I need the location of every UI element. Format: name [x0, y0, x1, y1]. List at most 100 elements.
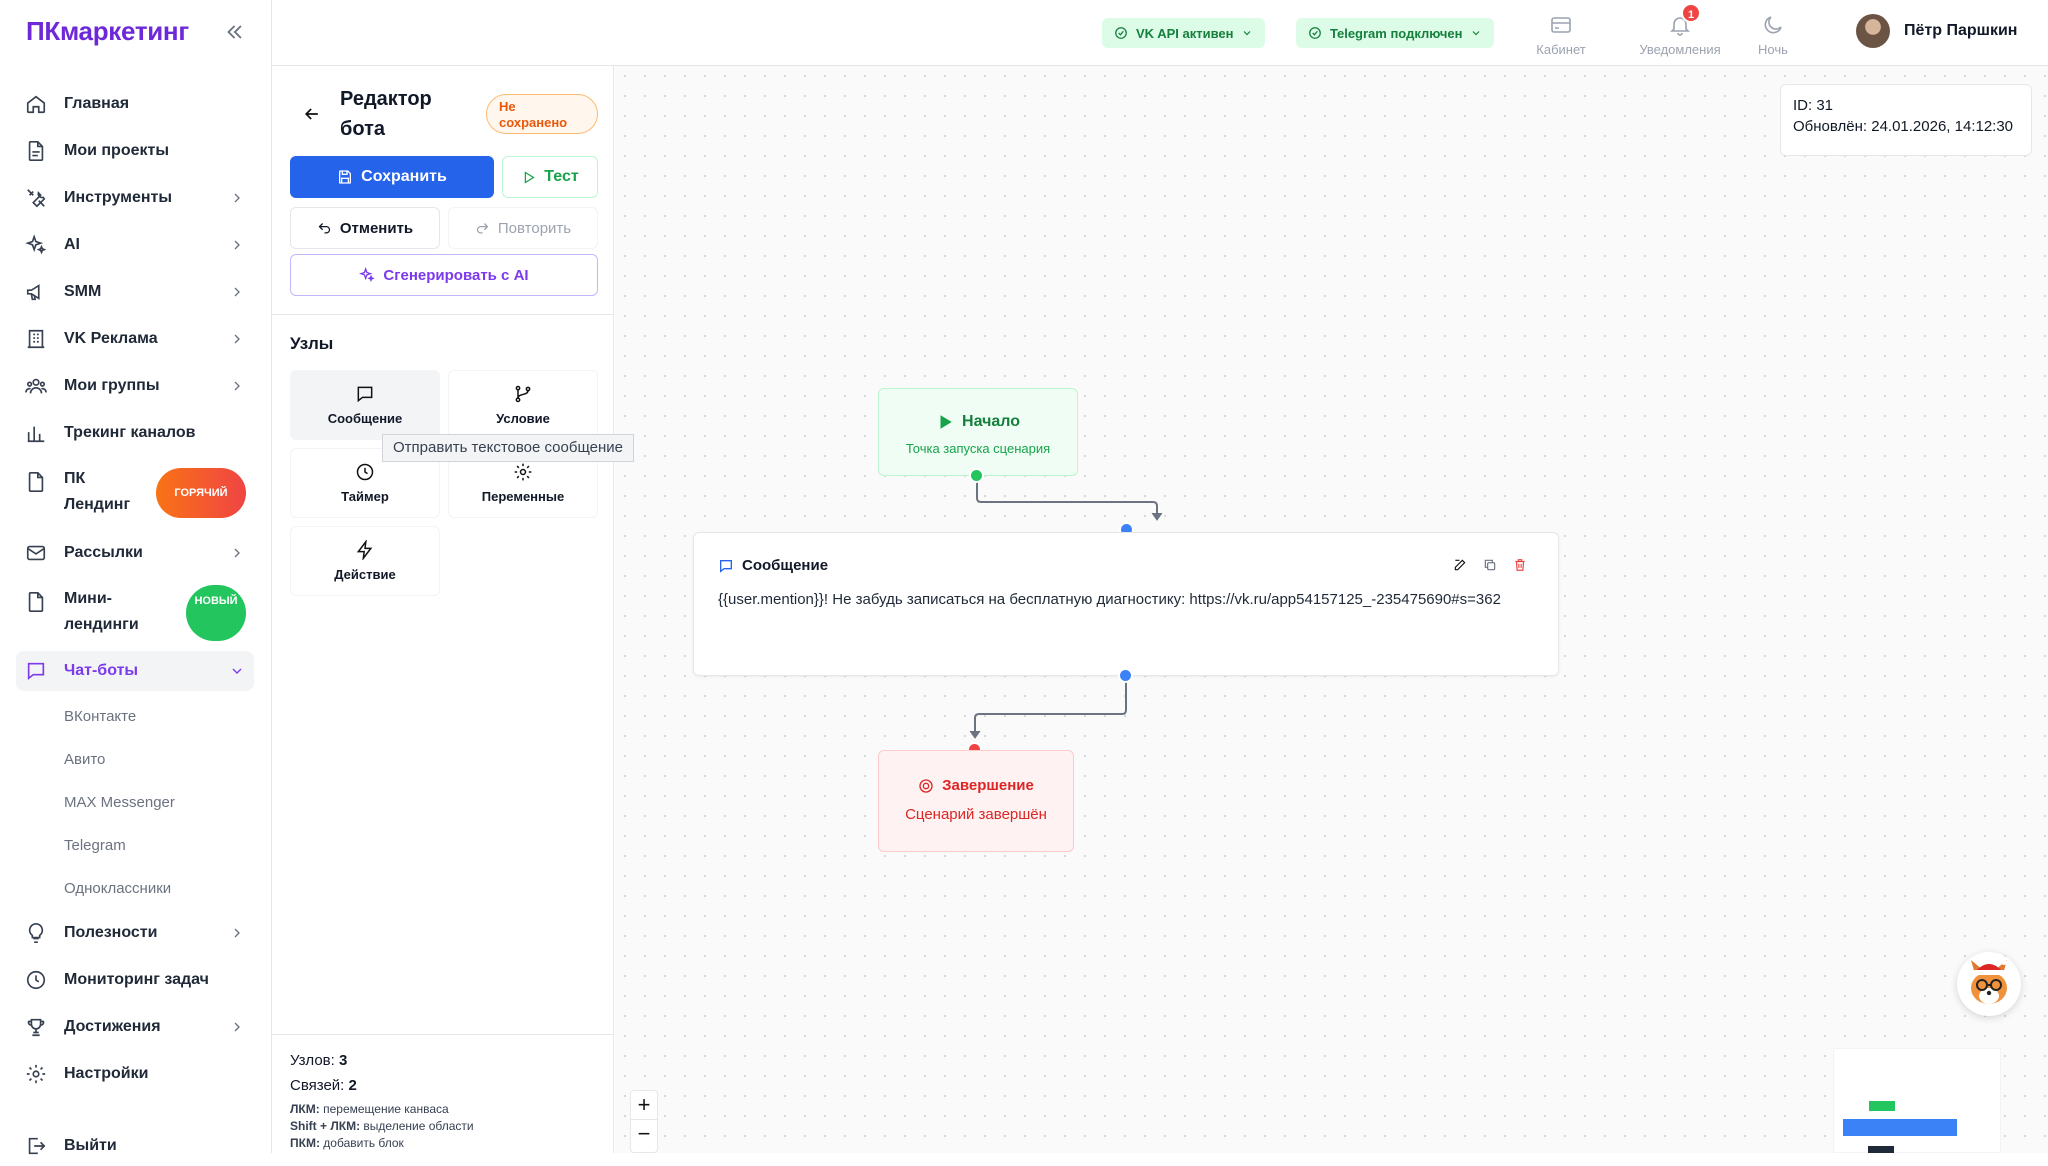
check-circle-icon	[1308, 26, 1322, 40]
chatbots-sub-max[interactable]: MAX Messenger	[64, 794, 175, 811]
vk-api-status-label: VK API активен	[1136, 25, 1234, 41]
branch-icon	[512, 383, 534, 405]
flow-canvas[interactable]: ID: 31 Обновлён: 24.01.2026, 14:12:30 На…	[615, 66, 2048, 1153]
app-logo[interactable]: ПКмаркетинг	[26, 16, 189, 47]
sidebar-item-useful[interactable]: Полезности	[16, 913, 254, 953]
zoom-out-button[interactable]: −	[631, 1120, 657, 1149]
avatar	[1856, 14, 1890, 48]
save-button[interactable]: Сохранить	[290, 156, 494, 198]
sidebar-item-label: AI	[64, 236, 80, 253]
message-output-port[interactable]	[1118, 668, 1133, 683]
sidebar-item-chatbots[interactable]: Чат-боты	[16, 651, 254, 691]
sidebar-item-vk-ads[interactable]: VK Реклама	[16, 319, 254, 359]
sidebar-item-task-monitoring[interactable]: Мониторинг задач	[16, 960, 254, 1000]
bell-icon: 1	[1667, 3, 1701, 38]
start-node-subtitle: Точка запуска сценария	[905, 441, 1051, 456]
gear-icon	[24, 1062, 48, 1086]
copy-icon[interactable]	[1482, 557, 1498, 573]
telegram-status[interactable]: Telegram подключен	[1296, 18, 1495, 48]
chat-icon	[24, 659, 48, 683]
sidebar-item-mini-landings[interactable]: Мини-лендинги НОВЫЙ	[16, 585, 254, 641]
play-icon	[521, 170, 536, 185]
sidebar-item-achievements[interactable]: Достижения	[16, 1007, 254, 1047]
sidebar-item-mailings[interactable]: Рассылки	[16, 533, 254, 573]
start-node[interactable]: Начало Точка запуска сценария	[878, 388, 1078, 476]
mail-icon	[24, 541, 48, 565]
lightning-icon	[354, 539, 376, 561]
trash-icon[interactable]	[1512, 557, 1528, 573]
cabinet-button[interactable]: Кабинет	[1521, 12, 1601, 57]
sidebar-item-home[interactable]: Главная	[16, 84, 254, 124]
test-button[interactable]: Тест	[502, 156, 598, 198]
chevron-right-icon	[228, 544, 246, 562]
zoom-controls: + −	[630, 1090, 658, 1153]
sidebar-item-logout[interactable]: Выйти	[16, 1126, 254, 1166]
chatbots-sub-vk[interactable]: ВКонтакте	[64, 708, 136, 725]
minimap-message-node	[1843, 1119, 1957, 1136]
end-node[interactable]: Завершение Сценарий завершён	[878, 750, 1074, 852]
edge-arrow	[1151, 512, 1163, 521]
start-output-port[interactable]	[969, 468, 984, 483]
collapse-sidebar-icon[interactable]	[222, 20, 246, 44]
logout-icon	[24, 1134, 48, 1158]
sidebar-item-label: Трекинг каналов	[64, 424, 196, 441]
sparkles-icon	[24, 233, 48, 257]
node-type-message[interactable]: Сообщение	[290, 370, 440, 440]
back-arrow-icon[interactable]	[300, 102, 324, 126]
zoom-in-button[interactable]: +	[631, 1091, 657, 1120]
links-count-label: Связей:	[290, 1077, 345, 1094]
edit-icon[interactable]	[1452, 557, 1468, 573]
notifications-button[interactable]: 1 Уведомления	[1632, 3, 1728, 57]
gear-icon	[512, 461, 534, 483]
sidebar-item-tools[interactable]: Инструменты	[16, 178, 254, 218]
sidebar-item-groups[interactable]: Мои группы	[16, 366, 254, 406]
chatbots-sub-telegram[interactable]: Telegram	[64, 837, 126, 854]
node-type-condition[interactable]: Условие	[448, 370, 598, 440]
undo-button[interactable]: Отменить	[290, 207, 440, 249]
sidebar-item-label: Мини-лендинги	[64, 590, 139, 633]
redo-label: Повторить	[497, 219, 572, 237]
minimap[interactable]	[1833, 1048, 2001, 1153]
generate-ai-button[interactable]: Сгенерировать с AI	[290, 254, 598, 296]
redo-button[interactable]: Повторить	[448, 207, 598, 249]
sidebar-item-smm[interactable]: SMM	[16, 272, 254, 312]
sidebar-item-ai[interactable]: AI	[16, 225, 254, 265]
message-node-title: Сообщение	[742, 557, 829, 574]
node-type-label: Таймер	[341, 489, 389, 504]
scenario-info: ID: 31 Обновлён: 24.01.2026, 14:12:30	[1780, 84, 2032, 156]
notifications-label: Уведомления	[1639, 42, 1721, 57]
vk-api-status[interactable]: VK API активен	[1102, 18, 1266, 48]
sidebar-item-settings[interactable]: Настройки	[16, 1054, 254, 1094]
sidebar-item-label: Рассылки	[64, 544, 143, 561]
play-icon	[936, 413, 954, 431]
user-menu[interactable]: Пётр Паршкин	[1856, 14, 2017, 48]
notifications-count-badge: 1	[1681, 3, 1701, 23]
sidebar-item-label: Чат-боты	[64, 662, 139, 679]
home-icon	[24, 92, 48, 116]
chevron-right-icon	[228, 1018, 246, 1036]
top-bar: VK API активен Telegram подключен Кабине…	[272, 0, 2048, 66]
corgi-mascot-icon[interactable]	[1957, 952, 2021, 1016]
moon-icon	[1760, 12, 1786, 38]
hot-badge: ГОРЯЧИЙ	[156, 468, 246, 518]
night-label: Ночь	[1758, 42, 1788, 57]
sidebar-item-label: Инструменты	[64, 189, 173, 206]
trophy-icon	[24, 1015, 48, 1039]
node-type-action[interactable]: Действие	[290, 526, 440, 596]
minimap-end-node	[1868, 1146, 1894, 1153]
sidebar-item-projects[interactable]: Мои проекты	[16, 131, 254, 171]
sidebar-item-channel-tracking[interactable]: Трекинг каналов	[16, 413, 254, 453]
edge-start-to-message	[976, 475, 1158, 516]
sidebar-item-label: Главная	[64, 95, 130, 112]
chatbots-sub-avito[interactable]: Авито	[64, 751, 105, 768]
sidebar-item-pk-landing[interactable]: ПК Лендинг ГОРЯЧИЙ	[16, 466, 254, 520]
sidebar-item-label: VK Реклама	[64, 330, 158, 347]
hint-text: добавить блок	[323, 1136, 404, 1150]
chatbots-sub-ok[interactable]: Одноклассники	[64, 880, 171, 897]
sidebar-item-label: Мониторинг задач	[64, 971, 209, 988]
message-node[interactable]: Сообщение {{user.mention}}! Не забудь за…	[693, 532, 1559, 676]
end-node-subtitle: Сценарий завершён	[905, 806, 1047, 823]
night-mode-toggle[interactable]: Ночь	[1733, 12, 1813, 57]
hint-key: ЛКМ:	[290, 1102, 320, 1116]
hint-text: выделение области	[363, 1119, 474, 1133]
